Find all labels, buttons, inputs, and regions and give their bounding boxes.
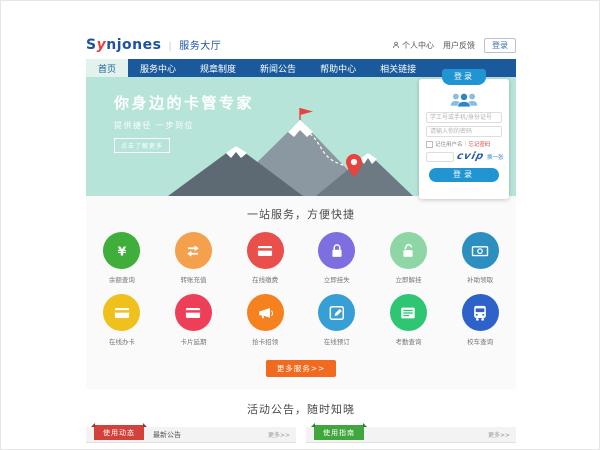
logo-divider: | <box>168 41 172 52</box>
header-link-label: 用户反馈 <box>443 40 475 51</box>
service-label: 校车查询 <box>444 336 516 346</box>
service-item-1[interactable]: 转账充值 <box>158 232 230 284</box>
panel-ribbon-tab[interactable]: 使用动态 <box>94 425 144 440</box>
captcha-row: cvip 换一张 <box>426 151 502 162</box>
captcha-input[interactable] <box>426 152 454 162</box>
logo-right: njones <box>106 37 161 53</box>
nav-item-1[interactable]: 服务中心 <box>128 59 188 77</box>
service-label: 卡片延期 <box>158 336 230 346</box>
service-label: 转账充值 <box>158 274 230 284</box>
row-divider: | <box>465 141 467 147</box>
service-item-5[interactable]: 补助领取 <box>444 232 516 284</box>
megaphone-icon <box>247 294 284 331</box>
unlock-icon <box>390 232 427 269</box>
forgot-password-link[interactable]: 忘记密码 <box>468 140 490 148</box>
panel-body <box>86 443 296 450</box>
header: Synjones | 服务大厅 个人中心用户反馈登录 <box>86 31 516 59</box>
service-item-7[interactable]: 卡片延期 <box>158 294 230 346</box>
card-icon <box>247 232 284 269</box>
panel-body <box>306 443 516 450</box>
panel-header: 使用动态最新公告 更多>> <box>86 427 296 443</box>
header-login-button[interactable]: 登录 <box>484 38 516 53</box>
logo-accent: y <box>97 37 107 53</box>
remember-checkbox[interactable] <box>426 141 433 148</box>
nav-item-4[interactable]: 帮助中心 <box>308 59 368 77</box>
card-icon <box>175 294 212 331</box>
service-item-6[interactable]: 在线办卡 <box>86 294 158 346</box>
service-item-2[interactable]: 在线缴费 <box>229 232 301 284</box>
attendance-icon <box>390 294 427 331</box>
edit-icon <box>318 294 355 331</box>
service-label: 补助领取 <box>444 274 516 284</box>
captcha-refresh-link[interactable]: 换一张 <box>487 153 504 161</box>
nav-item-2[interactable]: 规章制度 <box>188 59 248 77</box>
service-label: 拾卡招领 <box>229 336 301 346</box>
captcha-image: cvip <box>456 151 486 162</box>
hero-banner: 你身边的卡管专家 提供捷径 一步到位 点击了解更多 <box>86 77 516 196</box>
announcements-section: 活动公告，随时知晓 使用动态最新公告 更多>> 使用指南 更多>> <box>86 389 516 450</box>
service-item-3[interactable]: 立即挂失 <box>301 232 373 284</box>
card-icon <box>103 294 140 331</box>
service-label: 立即挂失 <box>301 274 373 284</box>
header-link-label: 个人中心 <box>402 40 434 51</box>
more-services-button[interactable]: 更多服务>> <box>266 360 337 377</box>
service-label: 余额查询 <box>86 274 158 284</box>
service-label: 在线办卡 <box>86 336 158 346</box>
login-panel: 登录 记住用户名 | 忘记密码 cvip 换一张 <box>419 79 509 199</box>
header-link-1[interactable]: 用户反馈 <box>443 40 475 51</box>
users-group-icon <box>449 91 479 108</box>
screenshot-canvas: Synjones | 服务大厅 个人中心用户反馈登录 首页服务中心规章制度新闻公… <box>0 0 600 450</box>
mountain-illustration <box>168 106 413 196</box>
yen-icon: ¥ <box>103 232 140 269</box>
page: Synjones | 服务大厅 个人中心用户反馈登录 首页服务中心规章制度新闻公… <box>86 31 516 450</box>
hero-cta-button[interactable]: 点击了解更多 <box>114 138 170 153</box>
services-grid: ¥ 余额查询转账充值在线缴费立即挂失立即解挂补助领取在线办卡卡片延期拾卡招领在线预… <box>86 232 516 356</box>
service-label: 在线预订 <box>301 336 373 346</box>
panel-secondary-tab[interactable]: 最新公告 <box>153 430 181 440</box>
header-link-0[interactable]: 个人中心 <box>392 40 434 51</box>
announcements-title: 活动公告，随时知晓 <box>86 401 516 417</box>
person-icon <box>392 41 400 49</box>
announcement-panel-0: 使用动态最新公告 更多>> <box>86 427 296 450</box>
service-label: 考勤查询 <box>373 336 445 346</box>
service-label: 立即解挂 <box>373 274 445 284</box>
header-links: 个人中心用户反馈登录 <box>392 38 516 53</box>
site-name: 服务大厅 <box>179 37 221 52</box>
service-item-10[interactable]: 考勤查询 <box>373 294 445 346</box>
nav-item-5[interactable]: 相关链接 <box>368 59 428 77</box>
login-submit-button[interactable]: 登录 <box>429 168 499 182</box>
panel-header: 使用指南 更多>> <box>306 427 516 443</box>
bus-icon <box>462 294 499 331</box>
services-title: 一站服务，方便快捷 <box>86 206 516 222</box>
svg-text:¥: ¥ <box>117 243 126 258</box>
logo[interactable]: Synjones | 服务大厅 <box>86 37 221 53</box>
logo-left: S <box>86 37 97 53</box>
login-tab[interactable]: 登录 <box>442 69 486 85</box>
password-input[interactable] <box>426 126 502 137</box>
service-item-8[interactable]: 拾卡招领 <box>229 294 301 346</box>
service-label: 在线缴费 <box>229 274 301 284</box>
nav-item-0[interactable]: 首页 <box>86 59 128 77</box>
service-item-0[interactable]: ¥ 余额查询 <box>86 232 158 284</box>
panel-ribbon-tab[interactable]: 使用指南 <box>314 425 364 440</box>
banknote-icon <box>462 232 499 269</box>
announcement-panels: 使用动态最新公告 更多>> 使用指南 更多>> <box>86 427 516 450</box>
nav-item-3[interactable]: 新闻公告 <box>248 59 308 77</box>
transfer-icon <box>175 232 212 269</box>
service-item-9[interactable]: 在线预订 <box>301 294 373 346</box>
service-item-11[interactable]: 校车查询 <box>444 294 516 346</box>
announcement-panel-1: 使用指南 更多>> <box>306 427 516 450</box>
service-item-4[interactable]: 立即解挂 <box>373 232 445 284</box>
remember-row: 记住用户名 | 忘记密码 <box>426 140 502 148</box>
services-section: 一站服务，方便快捷 ¥ 余额查询转账充值在线缴费立即挂失立即解挂补助领取在线办卡卡… <box>86 196 516 389</box>
username-input[interactable] <box>426 112 502 123</box>
remember-label: 记住用户名 <box>435 140 463 148</box>
lock-icon <box>318 232 355 269</box>
panel-more-link[interactable]: 更多>> <box>268 430 290 439</box>
panel-more-link[interactable]: 更多>> <box>488 430 510 439</box>
